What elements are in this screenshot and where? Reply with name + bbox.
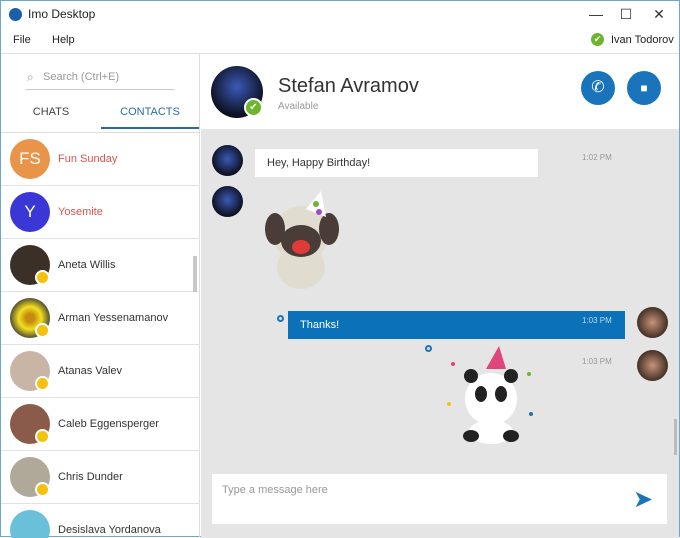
contact-name: Fun Sunday <box>58 153 117 165</box>
sent-indicator-icon <box>277 315 284 322</box>
away-badge-icon <box>35 429 50 444</box>
avatar <box>10 510 50 538</box>
sender-avatar <box>212 186 243 217</box>
message-time: 1:02 PM <box>582 153 612 162</box>
sent-indicator-icon <box>425 345 432 352</box>
send-button[interactable]: ➤ <box>633 485 653 514</box>
online-status-icon: ✔ <box>591 33 604 46</box>
contact-name: Chris Dunder <box>58 471 123 483</box>
tab-chats[interactable]: CHATS <box>1 106 101 129</box>
phone-icon: ✆ <box>591 79 604 96</box>
contact-item[interactable]: FS Fun Sunday <box>1 133 200 186</box>
menu-file[interactable]: File <box>13 34 31 46</box>
contact-status: Available <box>278 101 318 112</box>
contact-name: Yosemite <box>58 206 103 218</box>
panda-birthday-sticker <box>441 344 541 449</box>
message-bubble: Hey, Happy Birthday! <box>255 149 538 177</box>
contact-name: Atanas Valev <box>58 365 122 377</box>
menu-bar: File Help ✔ Ivan Todorov <box>1 28 679 54</box>
contact-item[interactable]: Caleb Eggensperger <box>1 398 200 451</box>
contact-item[interactable]: Atanas Valev <box>1 345 200 398</box>
my-avatar <box>637 307 668 338</box>
search-icon: ⌕ <box>27 68 34 86</box>
contact-name: Arman Yessenamanov <box>58 312 168 324</box>
avatar: Y <box>10 192 50 232</box>
contact-name: Stefan Avramov <box>278 75 419 98</box>
contact-name: Caleb Eggensperger <box>58 418 159 430</box>
contact-name: Aneta Willis <box>58 259 115 271</box>
contact-list: FS Fun Sunday Y Yosemite Aneta Willis Arma… <box>1 132 200 538</box>
sidebar: ⌕ Search (Ctrl+E) CHATS CONTACTS FS Fun Su… <box>1 54 200 538</box>
message-scrollbar[interactable] <box>674 419 677 455</box>
imo-logo-icon <box>9 8 22 21</box>
my-avatar <box>637 350 668 381</box>
contact-name: Desislava Yordanova <box>58 524 161 536</box>
pug-birthday-sticker <box>261 189 351 289</box>
message-bubble: Thanks! <box>288 311 625 339</box>
search-input[interactable]: ⌕ Search (Ctrl+E) <box>25 68 175 90</box>
voice-call-button[interactable]: ✆ <box>581 71 615 105</box>
tab-contacts[interactable]: CONTACTS <box>101 106 199 129</box>
message-area: Hey, Happy Birthday! 1:02 PM Thanks! 1:0… <box>201 129 679 538</box>
message-time: 1:03 PM <box>582 357 612 366</box>
close-button[interactable]: ✕ <box>644 4 674 24</box>
message-input[interactable]: Type a message here <box>212 474 667 524</box>
avatar: FS <box>10 139 50 179</box>
window-title: Imo Desktop <box>28 7 95 21</box>
contact-item[interactable]: Y Yosemite <box>1 186 200 239</box>
away-badge-icon <box>35 482 50 497</box>
contact-item[interactable]: Aneta Willis <box>1 239 200 292</box>
away-badge-icon <box>35 376 50 391</box>
user-name[interactable]: Ivan Todorov <box>611 34 674 46</box>
contact-item[interactable]: Arman Yessenamanov <box>1 292 200 345</box>
video-camera-icon: ■ <box>640 81 647 95</box>
contact-item[interactable]: Chris Dunder <box>1 451 200 504</box>
search-placeholder: Search (Ctrl+E) <box>43 71 119 83</box>
online-check-icon: ✔ <box>244 98 263 117</box>
contact-item[interactable]: Desislava Yordanova <box>1 504 200 538</box>
contact-list-scrollbar[interactable] <box>193 256 197 292</box>
minimize-button[interactable]: — <box>581 4 611 24</box>
away-badge-icon <box>35 323 50 338</box>
away-badge-icon <box>35 270 50 285</box>
message-time: 1:03 PM <box>582 316 612 325</box>
maximize-button[interactable]: ☐ <box>611 4 641 24</box>
video-call-button[interactable]: ■ <box>627 71 661 105</box>
sender-avatar <box>212 145 243 176</box>
menu-help[interactable]: Help <box>52 34 75 46</box>
title-bar: Imo Desktop — ☐ ✕ <box>1 1 679 28</box>
conversation-header: ✔ Stefan Avramov Available ✆ ■ <box>201 54 679 129</box>
